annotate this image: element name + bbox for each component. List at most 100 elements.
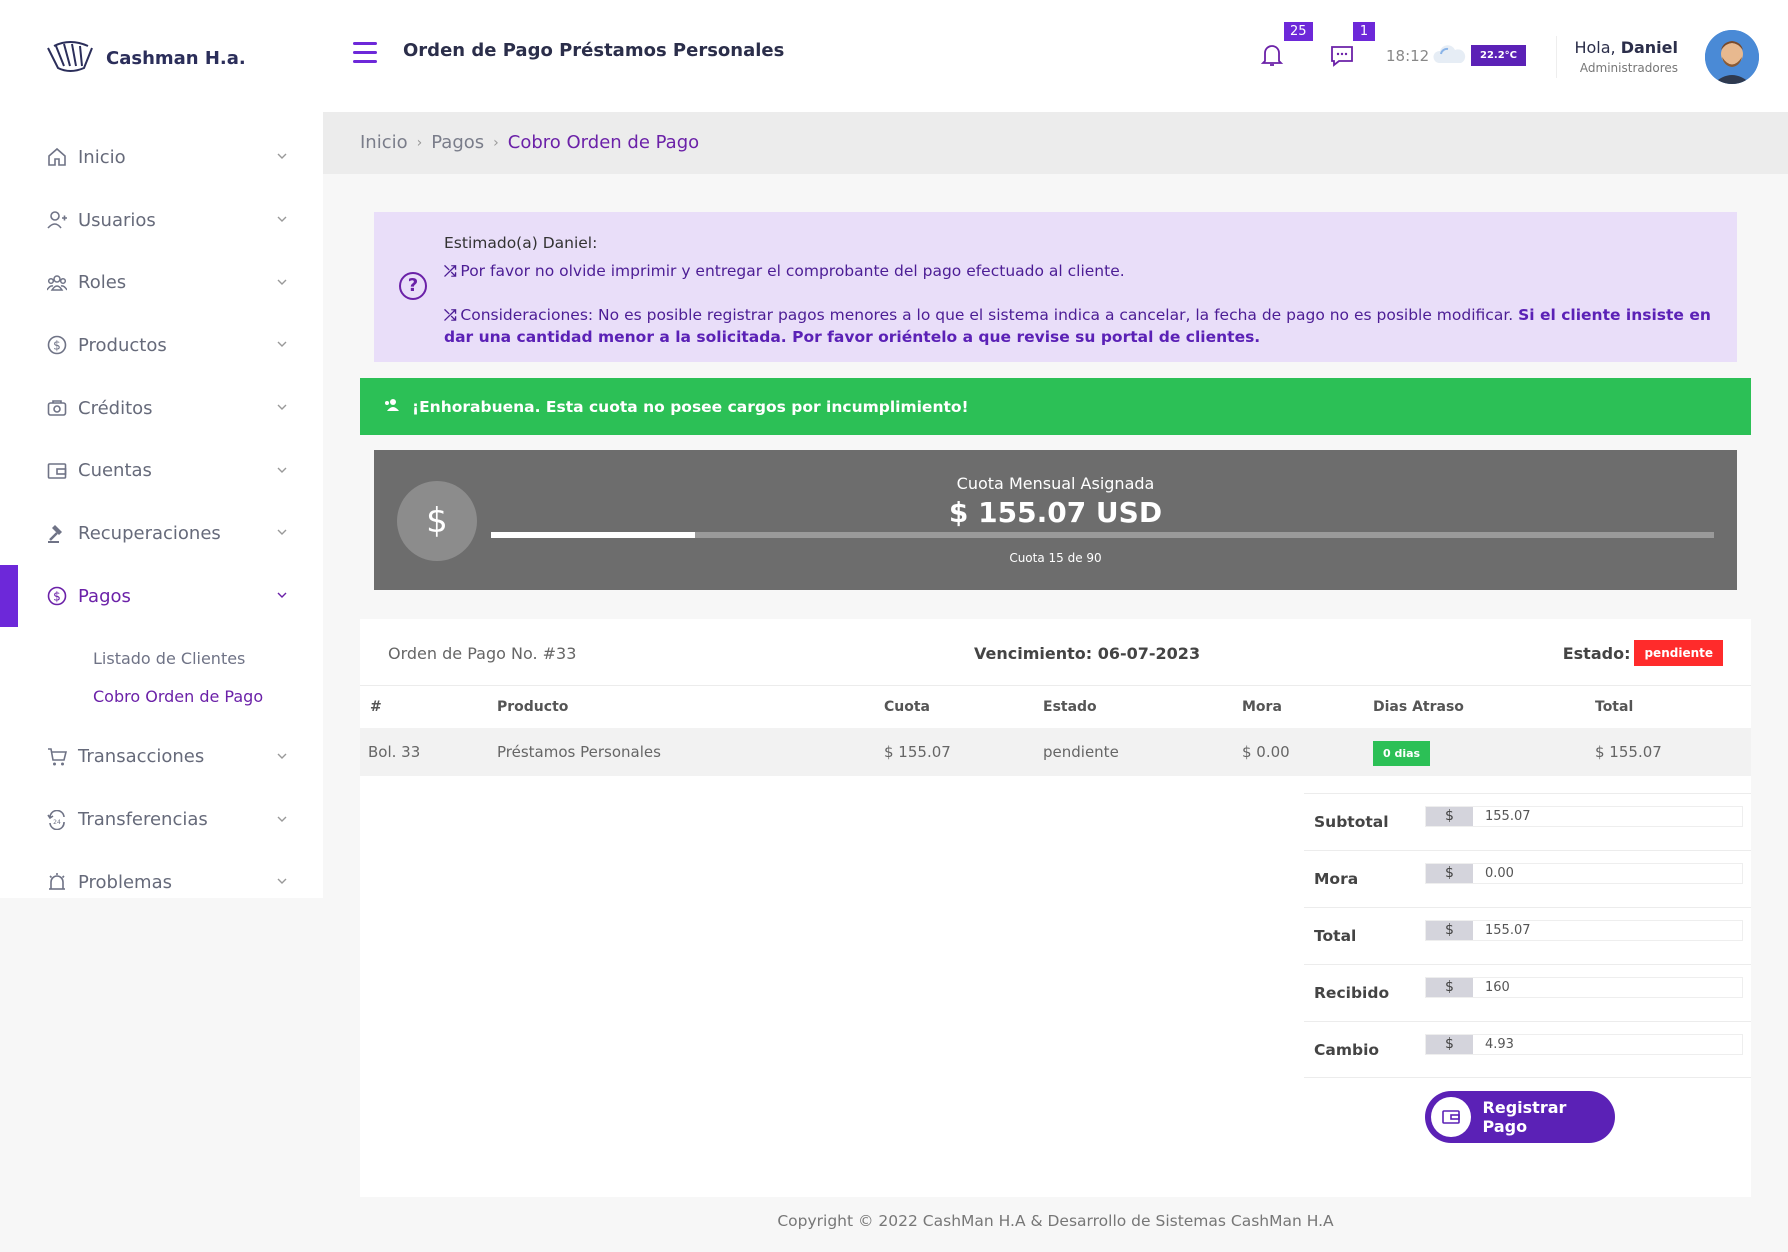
- info-notice: ? Estimado(a) Daniel: ⤮ Por favor no olvi…: [374, 212, 1737, 362]
- user-name: Daniel: [1620, 38, 1678, 57]
- chevron-down-icon: [277, 279, 287, 285]
- header-divider: [1556, 36, 1557, 78]
- currency-addon: $: [1426, 921, 1473, 940]
- chat-icon[interactable]: [1330, 44, 1354, 68]
- chevron-down-icon: [277, 816, 287, 822]
- sidebar-item-usuarios[interactable]: Usuarios: [0, 189, 323, 252]
- breadcrumb-bar: Inicio › Pagos › Cobro Orden de Pago: [323, 112, 1788, 174]
- chevron-right-icon: ›: [416, 134, 423, 151]
- quota-card: $ Cuota Mensual Asignada $ 155.07 USD Cu…: [374, 450, 1737, 590]
- svg-text:$: $: [53, 339, 61, 353]
- col-header-total: Total: [1595, 699, 1634, 715]
- total-field[interactable]: $155.07: [1425, 920, 1743, 941]
- subtotal-row: Subtotal $155.07: [1304, 793, 1751, 850]
- shuffle-icon: ⤮: [444, 262, 457, 280]
- top-header: Orden de Pago Préstamos Personales 25 1 …: [323, 0, 1788, 112]
- sidebar-subitem-cobro-orden[interactable]: Cobro Orden de Pago: [93, 678, 323, 716]
- cell-product: Préstamos Personales: [497, 728, 884, 776]
- sidebar-item-transacciones[interactable]: Transacciones: [0, 726, 323, 789]
- change-value: 4.93: [1485, 1037, 1514, 1052]
- menu-toggle-icon[interactable]: [353, 42, 377, 64]
- quota-amount: $ 155.07 USD: [948, 496, 1163, 529]
- sidebar-item-label: Usuarios: [78, 209, 156, 231]
- avatar[interactable]: [1705, 30, 1759, 84]
- sidebar-item-problemas[interactable]: Problemas: [0, 851, 323, 914]
- col-header-producto: Producto: [497, 699, 569, 715]
- notifications-count-badge: 25: [1284, 22, 1313, 41]
- order-due-date: Vencimiento: 06-07-2023: [974, 644, 1201, 663]
- register-payment-label: Registrar Pago: [1482, 1098, 1567, 1136]
- sidebar-item-recuperaciones[interactable]: Recuperaciones: [0, 502, 323, 565]
- chevron-down-icon: [277, 153, 287, 160]
- temperature-badge: 22.2°C: [1471, 45, 1527, 66]
- cloud-weather-icon: [1433, 45, 1466, 63]
- order-items-table: # Producto Cuota Estado Mora Dias Atraso…: [360, 686, 1751, 776]
- chevron-down-icon: [277, 529, 287, 536]
- breadcrumb-current: Cobro Orden de Pago: [507, 132, 700, 153]
- cell-fee: $ 155.07: [884, 728, 1043, 776]
- shuffle-icon: ⤮: [444, 306, 457, 324]
- sidebar: Cashman H.a. Inicio Usuarios Roles $ Pro…: [0, 0, 323, 898]
- mora-field[interactable]: $0.00: [1425, 863, 1743, 884]
- subtotal-field[interactable]: $155.07: [1425, 806, 1743, 827]
- subtotal-value: 155.07: [1485, 809, 1531, 824]
- col-header-number: #: [370, 699, 382, 715]
- alarm-icon: [46, 871, 68, 893]
- breadcrumb-home[interactable]: Inicio: [360, 132, 408, 153]
- received-field[interactable]: $160: [1425, 977, 1743, 998]
- dollar-circle-icon: $: [46, 334, 68, 356]
- currency-addon: $: [1426, 807, 1473, 826]
- subtotal-label: Subtotal: [1314, 813, 1389, 831]
- currency-addon: $: [1426, 864, 1473, 883]
- clock-time: 18:12: [1386, 47, 1430, 65]
- sidebar-item-cuentas[interactable]: Cuentas: [0, 439, 323, 502]
- breadcrumb-section[interactable]: Pagos: [431, 132, 484, 153]
- sidebar-item-label: Créditos: [78, 397, 153, 419]
- gavel-icon: [46, 522, 68, 544]
- quota-progress-label: Cuota 15 de 90: [1009, 551, 1102, 565]
- sidebar-subitem-listado-clientes[interactable]: Listado de Clientes: [93, 640, 323, 678]
- sidebar-item-label: Inicio: [78, 146, 126, 168]
- sidebar-item-inicio[interactable]: Inicio: [0, 126, 323, 189]
- greeting-text: Hola,: [1574, 38, 1616, 57]
- received-label: Recibido: [1314, 984, 1390, 1002]
- col-header-cuota: Cuota: [884, 699, 930, 715]
- col-header-estado: Estado: [1043, 699, 1097, 715]
- sidebar-item-roles[interactable]: Roles: [0, 251, 323, 314]
- refresh-24-icon: 24: [46, 809, 68, 831]
- svg-text:$: $: [53, 590, 61, 604]
- sidebar-item-label: Transacciones: [78, 746, 205, 768]
- cell-late-fee: $ 0.00: [1242, 728, 1373, 776]
- notice-line-1: Por favor no olvide imprimir y entregar …: [460, 262, 1125, 280]
- wallet-icon: [46, 460, 68, 482]
- change-label: Cambio: [1314, 1041, 1380, 1059]
- currency-addon: $: [1426, 1035, 1473, 1054]
- chevron-right-icon: ›: [493, 134, 499, 151]
- received-value: 160: [1485, 980, 1510, 995]
- cell-status: pendiente: [1043, 728, 1242, 776]
- page-footer: Copyright © 2022 CashMan H.A & Desarroll…: [777, 1212, 1334, 1230]
- mora-label: Mora: [1314, 870, 1359, 888]
- bell-icon[interactable]: [1260, 42, 1284, 68]
- sidebar-item-productos[interactable]: $ Productos: [0, 314, 323, 377]
- camera-icon: [46, 397, 68, 419]
- col-header-mora: Mora: [1242, 699, 1282, 715]
- change-field[interactable]: $4.93: [1425, 1034, 1743, 1055]
- sidebar-item-transferencias[interactable]: 24 Transferencias: [0, 788, 323, 851]
- sidebar-item-pagos[interactable]: $ Pagos: [0, 564, 323, 628]
- currency-addon: $: [1426, 978, 1473, 997]
- users-icon: [46, 272, 68, 294]
- sidebar-item-label: Transferencias: [78, 809, 208, 831]
- brand-logo[interactable]: Cashman H.a.: [44, 38, 246, 78]
- chevron-down-icon: [277, 592, 287, 599]
- user-avatar-icon: [1705, 30, 1759, 84]
- sidebar-item-creditos[interactable]: Créditos: [0, 377, 323, 440]
- payment-order-panel: Orden de Pago No. #33 Vencimiento: 06-07…: [360, 619, 1751, 1197]
- total-label: Total: [1314, 927, 1357, 945]
- notice-line-2: Consideraciones: No es posible registrar…: [460, 306, 1514, 324]
- sidebar-item-label: Roles: [78, 272, 127, 294]
- chevron-down-icon: [277, 404, 287, 411]
- messages-count-badge: 1: [1353, 22, 1375, 41]
- user-greeting[interactable]: Hola, Daniel Administradores: [1574, 38, 1678, 75]
- register-payment-button[interactable]: Registrar Pago: [1425, 1091, 1615, 1143]
